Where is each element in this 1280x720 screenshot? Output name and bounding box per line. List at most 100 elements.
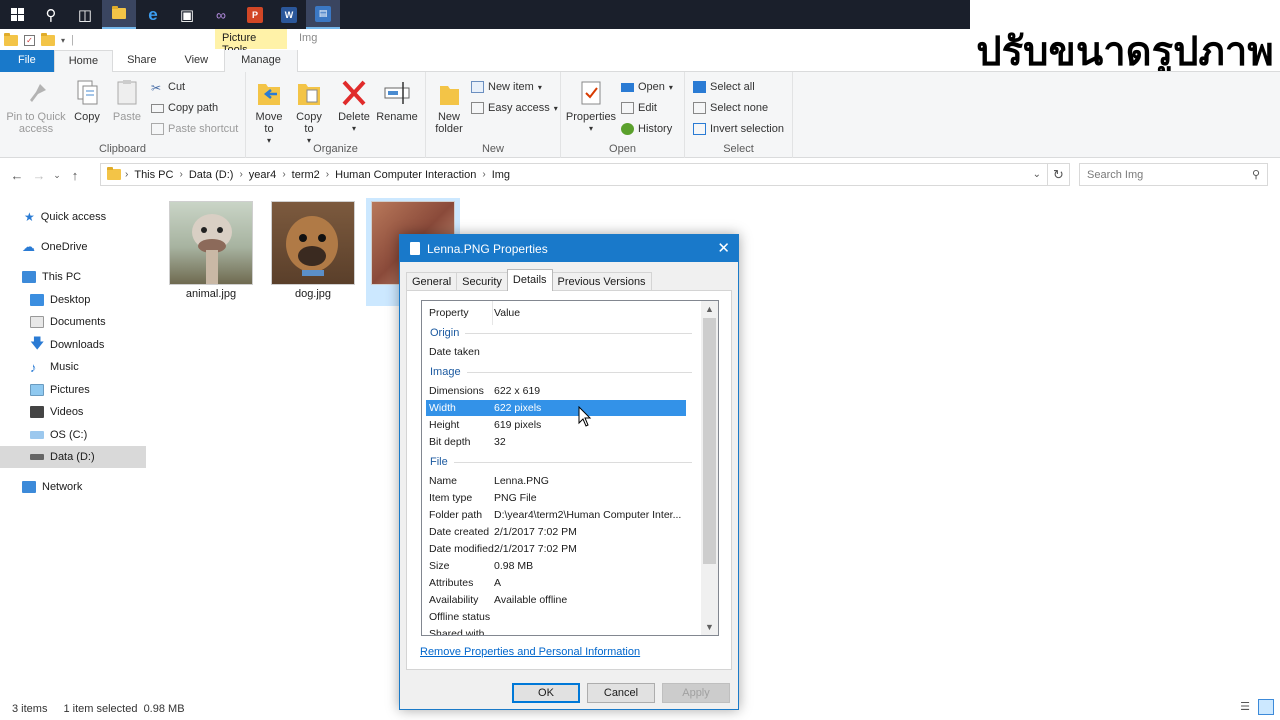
back-arrow-icon[interactable]: ← <box>6 168 28 183</box>
file-tile-animal[interactable]: animal.jpg <box>164 198 258 306</box>
breadcrumb-hci[interactable]: Human Computer Interaction <box>329 169 482 181</box>
row-date-created[interactable]: Date created 2/1/2017 7:02 PM <box>426 524 686 540</box>
row-width[interactable]: Width 622 pixels <box>426 400 686 416</box>
breadcrumb-img[interactable]: Img <box>486 169 516 181</box>
dialog-titlebar[interactable]: Lenna.PNG Properties <box>400 235 738 262</box>
nav-videos[interactable]: Videos <box>0 401 146 423</box>
breadcrumb-year4[interactable]: year4 <box>243 169 283 181</box>
row-folder-path[interactable]: Folder path D:\year4\term2\Human Computer… <box>426 507 686 523</box>
document-app-icon[interactable]: ▤ <box>306 0 340 29</box>
forward-arrow-icon[interactable]: → <box>28 168 50 183</box>
search-icon[interactable]: ⚲ <box>34 0 68 29</box>
row-item-type[interactable]: Item type PNG File <box>426 490 686 506</box>
scroll-down-icon[interactable]: ▼ <box>701 619 718 635</box>
nav-quick-access[interactable]: ★ Quick access <box>0 206 146 228</box>
powerpoint-icon[interactable]: P <box>238 0 272 29</box>
windows-start-icon[interactable] <box>0 0 34 29</box>
paste-button[interactable]: Paste <box>110 78 144 123</box>
tab-details[interactable]: Details <box>506 269 553 291</box>
edge-icon[interactable]: e <box>136 0 170 29</box>
invert-selection-button[interactable]: Invert selection <box>693 120 784 138</box>
file-tile-dog[interactable]: dog.jpg <box>266 198 360 306</box>
tab-file[interactable]: File <box>0 50 54 72</box>
row-height[interactable]: Height 619 pixels <box>426 417 686 433</box>
vertical-scrollbar[interactable]: ▲ ▼ <box>701 301 718 635</box>
remove-properties-link[interactable]: Remove Properties and Personal Informati… <box>420 646 640 658</box>
delete-button[interactable]: Delete ▾ <box>336 78 372 135</box>
address-dropdown-icon[interactable]: ⌄ <box>1033 169 1041 180</box>
scroll-thumb[interactable] <box>703 318 716 564</box>
close-icon[interactable]: ✕ <box>717 239 730 257</box>
tab-home[interactable]: Home <box>53 50 114 72</box>
tab-share[interactable]: Share <box>113 50 170 72</box>
apply-button[interactable]: Apply <box>662 683 730 703</box>
up-arrow-icon[interactable]: ↑ <box>64 168 86 183</box>
nav-network[interactable]: Network <box>0 476 146 498</box>
row-name[interactable]: Name Lenna.PNG <box>426 473 686 489</box>
row-bit-depth[interactable]: Bit depth 32 <box>426 434 686 450</box>
row-availability[interactable]: Availability Available offline <box>426 592 686 608</box>
visual-studio-icon[interactable]: ∞ <box>204 0 238 29</box>
tab-manage[interactable]: Manage <box>224 50 298 72</box>
search-input[interactable]: Search Img ⚲ <box>1079 163 1268 186</box>
refresh-icon[interactable]: ↻ <box>1048 163 1070 186</box>
row-size[interactable]: Size 0.98 MB <box>426 558 686 574</box>
properties-qat-icon[interactable]: ✓ <box>24 34 35 46</box>
task-view-icon[interactable]: ◫ <box>68 0 102 29</box>
new-folder-button[interactable]: New folder <box>430 78 468 135</box>
paste-shortcut-button[interactable]: Paste shortcut <box>151 120 238 138</box>
breadcrumb-this-pc[interactable]: This PC <box>128 169 179 181</box>
rename-button[interactable]: Rename <box>376 78 418 123</box>
nav-pictures[interactable]: Pictures <box>0 379 146 401</box>
cancel-button[interactable]: Cancel <box>587 683 655 703</box>
copy-to-button[interactable]: Copy to ▾ <box>292 78 326 147</box>
file-explorer-icon[interactable] <box>102 0 136 29</box>
pin-quick-access-button[interactable]: Pin to Quick access <box>4 78 68 135</box>
row-shared-with[interactable]: Shared with <box>426 626 686 635</box>
large-icons-view-icon[interactable] <box>1258 699 1274 715</box>
breadcrumb-term2[interactable]: term2 <box>286 169 326 181</box>
nav-desktop[interactable]: Desktop <box>0 289 146 311</box>
customize-qat-icon[interactable]: ▾ <box>61 36 65 45</box>
folder-name-title: Img <box>299 32 318 44</box>
nav-os-c[interactable]: OS (C:) <box>0 424 146 446</box>
store-icon[interactable]: ▣ <box>170 0 204 29</box>
properties-button[interactable]: Properties ▾ <box>565 78 617 135</box>
tab-view[interactable]: View <box>170 50 222 72</box>
property-list[interactable]: Property Value Origin Date taken Image D… <box>421 300 719 636</box>
ok-button[interactable]: OK <box>512 683 580 703</box>
row-attributes[interactable]: Attributes A <box>426 575 686 591</box>
address-bar[interactable]: › This PC › Data (D:) › year4 › term2 › … <box>100 163 1048 186</box>
select-all-button[interactable]: Select all <box>693 78 755 96</box>
move-to-button[interactable]: Move to ▾ <box>252 78 286 147</box>
history-button[interactable]: History <box>621 120 672 138</box>
tab-general[interactable]: General <box>406 272 458 291</box>
edit-button[interactable]: Edit <box>621 99 657 117</box>
copy-button[interactable]: Copy <box>70 78 104 123</box>
nav-data-d[interactable]: Data (D:) <box>0 446 146 468</box>
nav-documents[interactable]: Documents <box>0 311 146 333</box>
nav-music[interactable]: ♪ Music <box>0 356 146 378</box>
easy-access-button[interactable]: Easy access ▾ <box>471 99 558 117</box>
row-offline-status[interactable]: Offline status <box>426 609 686 625</box>
scroll-up-icon[interactable]: ▲ <box>701 301 718 317</box>
select-none-button[interactable]: Select none <box>693 99 768 117</box>
item-count: 3 items <box>12 703 48 715</box>
new-item-button[interactable]: New item ▾ <box>471 78 542 96</box>
row-dimensions[interactable]: Dimensions 622 x 619 <box>426 383 686 399</box>
tab-security[interactable]: Security <box>456 272 508 291</box>
details-view-icon[interactable]: ☰ <box>1237 699 1253 715</box>
recent-locations-chevron-icon[interactable]: ⌄ <box>50 170 64 181</box>
nav-downloads[interactable]: 🡇 Downloads <box>0 334 146 356</box>
nav-onedrive[interactable]: ☁ OneDrive <box>0 236 146 258</box>
nav-this-pc[interactable]: This PC <box>0 266 146 288</box>
copy-path-button[interactable]: Copy path <box>151 99 218 117</box>
word-icon[interactable]: W <box>272 0 306 29</box>
breadcrumb-data-d[interactable]: Data (D:) <box>183 169 240 181</box>
open-button[interactable]: Open ▾ <box>621 78 673 96</box>
row-date-taken[interactable]: Date taken <box>426 344 686 360</box>
row-date-modified[interactable]: Date modified 2/1/2017 7:02 PM <box>426 541 686 557</box>
cut-button[interactable]: ✂ Cut <box>151 78 185 96</box>
new-folder-qat-icon[interactable] <box>41 32 55 46</box>
tab-previous-versions[interactable]: Previous Versions <box>551 272 652 291</box>
